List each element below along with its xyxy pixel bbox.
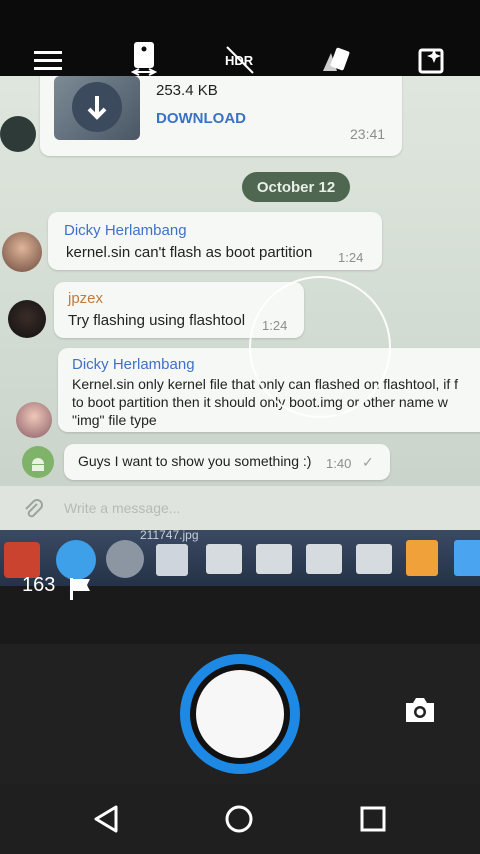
app-icon — [56, 540, 96, 580]
read-check-icon: ✓ — [362, 454, 374, 470]
sender-name: Dicky Herlambang — [64, 222, 187, 239]
android-avatar — [22, 446, 54, 478]
menu-icon[interactable] — [28, 40, 68, 80]
file-size: 253.4 KB — [156, 82, 218, 99]
auto-enhance-icon[interactable] — [412, 40, 452, 80]
photo-count: 163 — [22, 574, 56, 596]
home-icon[interactable] — [224, 804, 254, 839]
app-icon — [356, 544, 392, 574]
download-icon[interactable] — [72, 82, 122, 132]
camera-toolbar: HDR — [0, 0, 480, 76]
message-time: 1:24 — [338, 250, 364, 265]
avatar — [8, 300, 46, 338]
date-separator: October 12 — [242, 172, 350, 202]
app-icon — [406, 540, 438, 576]
message-text-line: to boot partition then it should only bo… — [72, 394, 448, 410]
message-text: kernel.sin can't flash as boot partition — [66, 244, 313, 261]
compose-bar: Write a message... — [0, 486, 480, 532]
attach-icon[interactable] — [22, 498, 44, 525]
app-icon — [454, 540, 480, 576]
back-icon[interactable] — [92, 804, 122, 839]
file-time: 23:41 — [350, 126, 386, 142]
switch-camera-icon[interactable] — [124, 40, 164, 80]
download-link[interactable]: DOWNLOAD — [156, 110, 246, 127]
camera-mode-icon[interactable] — [404, 696, 436, 729]
hdr-off-icon[interactable]: HDR — [220, 40, 260, 80]
message-time: 1:40 — [326, 456, 352, 471]
message-input[interactable]: Write a message... — [64, 500, 180, 516]
message-text: Guys I want to show you something :) — [78, 453, 312, 469]
file-thumbnail — [54, 76, 140, 140]
app-icon — [4, 542, 40, 578]
message-text: Try flashing using flashtool — [68, 312, 246, 329]
desktop-filename: 211747.jpg — [140, 528, 199, 542]
avatar — [16, 402, 52, 438]
app-icon — [106, 540, 144, 578]
app-icon — [156, 544, 188, 576]
avatar — [0, 116, 36, 152]
shutter-button[interactable] — [180, 654, 300, 774]
recents-icon[interactable] — [360, 806, 386, 837]
message-bubble: Guys I want to show you something :) 1:4… — [64, 444, 390, 480]
sender-name: jpzex — [68, 290, 104, 307]
photo-counter[interactable]: 163 — [22, 574, 90, 600]
focus-indicator — [249, 276, 391, 418]
sender-name: Dicky Herlambang — [72, 356, 195, 373]
camera-controls — [0, 644, 480, 784]
message-bubble: Dicky Herlambang kernel.sin can't flash … — [48, 212, 382, 270]
filter-effects-icon[interactable] — [316, 40, 356, 80]
avatar — [2, 232, 42, 272]
app-icon — [256, 544, 292, 574]
app-icon — [306, 544, 342, 574]
app-icon — [206, 544, 242, 574]
flag-icon — [68, 576, 94, 608]
message-text-line: "img" file type — [72, 412, 157, 428]
file-message-bubble: 253.4 KB DOWNLOAD 23:41 — [40, 76, 402, 156]
system-navigation-bar — [0, 784, 480, 854]
camera-viewfinder[interactable]: 253.4 KB DOWNLOAD 23:41 October 12 Dicky… — [0, 76, 480, 644]
